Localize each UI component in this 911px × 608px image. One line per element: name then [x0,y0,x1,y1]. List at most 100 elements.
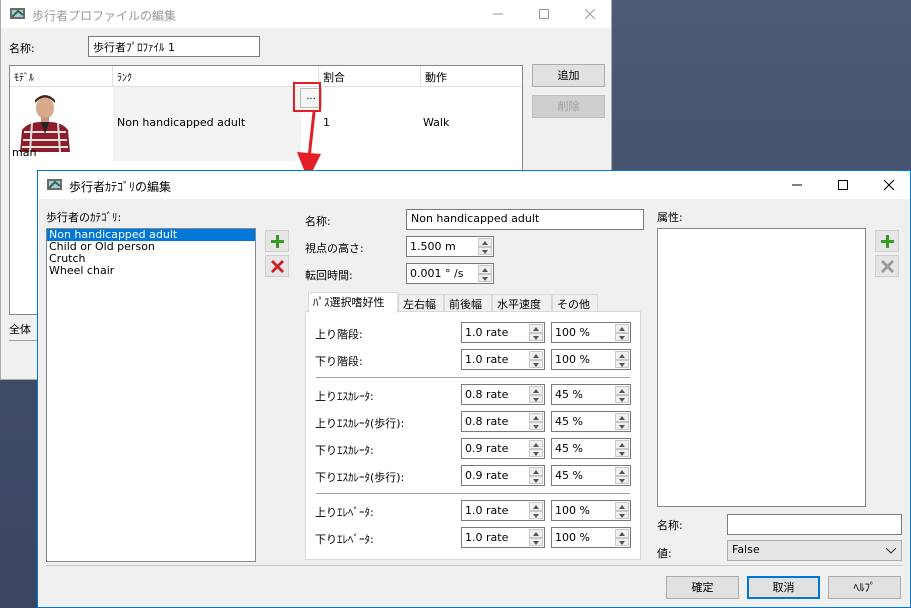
column-header-ratio[interactable]: 割合 [319,66,421,86]
spin-up-icon[interactable] [615,502,629,511]
spin-down-icon[interactable] [615,537,629,546]
spin-up-icon[interactable] [615,324,629,333]
action-cell[interactable]: Walk [423,116,449,129]
spin-up-icon[interactable] [529,467,543,476]
pref-percent-spinner[interactable]: 45 % [551,384,631,405]
remove-attribute-button[interactable] [875,255,899,277]
spin-up-icon[interactable] [615,467,629,476]
spin-up-icon[interactable] [529,529,543,538]
pref-percent-spinner[interactable]: 100 % [551,527,631,548]
spin-up-icon[interactable] [529,351,543,360]
cancel-button[interactable]: 取消 [747,576,820,599]
profile-name-input[interactable]: 歩行者ﾌﾟﾛﾌｧｲﾙ 1 [88,36,260,57]
spin-down-icon[interactable] [615,332,629,341]
minimize-button[interactable] [475,0,521,28]
spin-up-icon[interactable] [529,386,543,395]
spin-up-icon[interactable] [615,529,629,538]
spin-up-icon[interactable] [615,413,629,422]
category-name-input[interactable]: Non handicapped adult [406,209,644,230]
spin-down-icon[interactable] [615,394,629,403]
spin-down-icon[interactable] [615,448,629,457]
spin-down-icon[interactable] [478,246,492,255]
add-button[interactable]: 追加 [532,64,605,87]
profile-editor-titlebar[interactable]: 歩行者プロファイルの編集 [1,0,611,28]
pref-rate-spinner[interactable]: 1.0 rate [461,322,545,343]
spin-down-icon[interactable] [615,421,629,430]
pref-percent-spinner[interactable]: 45 % [551,438,631,459]
spin-down-icon[interactable] [615,475,629,484]
pref-rate-spinner[interactable]: 1.0 rate [461,527,545,548]
pref-percent-value: 100 % [555,353,590,366]
spin-down-icon[interactable] [529,332,543,341]
pref-rate-spinner[interactable]: 0.8 rate [461,411,545,432]
attr-value-label: 値: [657,547,672,560]
ratio-cell[interactable]: 1 [323,116,330,129]
category-list[interactable]: Non handicapped adult Child or Old perso… [46,228,256,562]
spin-down-icon[interactable] [529,359,543,368]
spin-up-icon[interactable] [529,413,543,422]
spin-up-icon[interactable] [529,324,543,333]
pref-rate-spinner[interactable]: 1.0 rate [461,500,545,521]
spin-down-icon[interactable] [529,394,543,403]
tab-path-preference[interactable]: ﾊﾟｽ選択嗜好性 [308,292,398,313]
spin-down-icon[interactable] [529,510,543,519]
maximize-button[interactable] [521,0,567,28]
pref-percent-spinner[interactable]: 45 % [551,465,631,486]
attr-name-input[interactable] [727,514,902,535]
pref-percent-spinner[interactable]: 100 % [551,500,631,521]
pref-rate-spinner[interactable]: 0.9 rate [461,438,545,459]
attr-value-select[interactable]: False [727,540,902,561]
avatar[interactable] [14,92,76,152]
tab-horizontal-speed[interactable]: 水平速度 [492,294,552,312]
minimize-button[interactable] [774,171,820,199]
spin-up-icon[interactable] [529,440,543,449]
pref-rate-spinner[interactable]: 0.9 rate [461,465,545,486]
list-item[interactable]: Wheel chair [47,265,255,277]
category-editor-titlebar[interactable]: 歩行者ｶﾃｺﾞﾘの編集 [38,171,910,199]
pref-percent-spinner[interactable]: 100 % [551,349,631,370]
spin-down-icon[interactable] [615,359,629,368]
eye-height-value: 1.500 m [410,240,456,253]
pref-label: 下りｴｽｶﾚｰﾀ: [315,444,374,457]
profile-name-label: 名称: [9,42,35,55]
help-button[interactable]: ﾍﾙﾌﾟ [828,576,901,599]
close-button[interactable] [567,0,613,28]
tab-depth[interactable]: 前後幅 [444,294,492,312]
spin-down-icon[interactable] [529,421,543,430]
chevron-down-icon [886,548,896,554]
add-attribute-button[interactable] [875,230,899,252]
add-category-button[interactable] [265,230,289,252]
spin-up-icon[interactable] [615,386,629,395]
tab-width[interactable]: 左右幅 [398,294,444,312]
column-header-rank[interactable]: ﾗﾝｸ [113,66,319,86]
spin-down-icon[interactable] [478,273,492,282]
spin-up-icon[interactable] [615,440,629,449]
pref-percent-spinner[interactable]: 100 % [551,322,631,343]
spin-up-icon[interactable] [478,238,492,247]
delete-x-icon [881,260,894,273]
category-name-label: 名称: [305,215,331,228]
spin-down-icon[interactable] [529,448,543,457]
total-label: 全体 [9,323,31,336]
remove-category-button[interactable] [265,255,289,277]
turn-time-spinner[interactable]: 0.001 ° /s [406,263,494,284]
pref-rate-spinner[interactable]: 0.8 rate [461,384,545,405]
spin-up-icon[interactable] [529,502,543,511]
close-button[interactable] [866,171,911,199]
spin-down-icon[interactable] [529,475,543,484]
spin-down-icon[interactable] [529,537,543,546]
pref-rate-spinner[interactable]: 1.0 rate [461,349,545,370]
spin-down-icon[interactable] [615,510,629,519]
attributes-list[interactable] [657,228,866,507]
pref-percent-value: 100 % [555,531,590,544]
spin-up-icon[interactable] [615,351,629,360]
ok-button[interactable]: 確定 [666,576,739,599]
tab-other[interactable]: その他 [552,294,598,312]
spin-up-icon[interactable] [478,265,492,274]
column-header-action[interactable]: 動作 [421,66,522,86]
column-header-model[interactable]: ﾓﾃﾞﾙ [10,66,113,86]
pref-percent-spinner[interactable]: 45 % [551,411,631,432]
eye-height-spinner[interactable]: 1.500 m [406,236,494,257]
maximize-button[interactable] [820,171,866,199]
delete-button[interactable]: 削除 [532,95,605,118]
